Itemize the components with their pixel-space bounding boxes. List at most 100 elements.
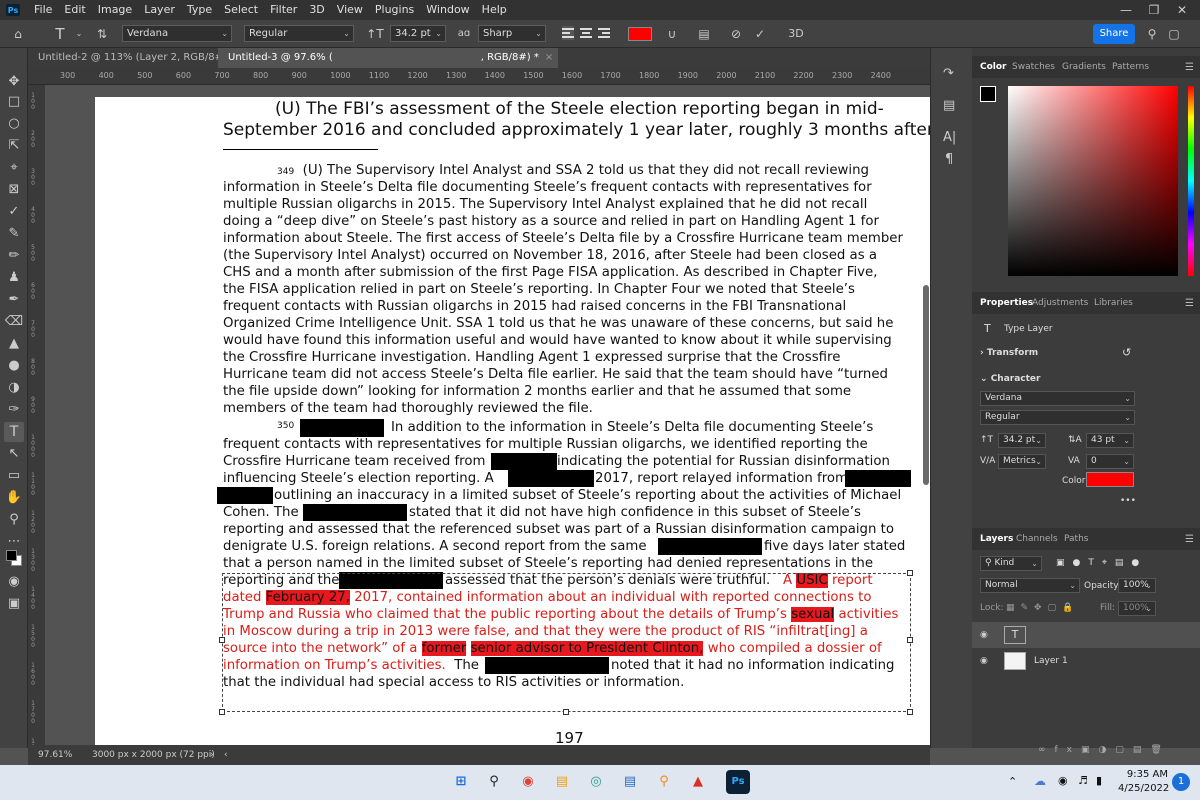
transform-handle[interactable]	[219, 637, 225, 643]
layer-kind-filter[interactable]: ⚲ Kind ⌄	[980, 556, 1042, 571]
notification-badge[interactable]: 1	[1172, 773, 1190, 791]
tab-gradients[interactable]: Gradients	[1062, 56, 1106, 78]
tab-adjustments[interactable]: Adjustments	[1032, 292, 1088, 314]
kerning-select[interactable]: Metrics ⌄	[998, 454, 1046, 469]
chrome-icon[interactable]: ◉	[516, 770, 540, 794]
layer-name[interactable]: Layer 1	[1034, 656, 1068, 666]
tab-properties[interactable]: Properties	[980, 292, 1033, 314]
transform-handle[interactable]	[907, 570, 913, 576]
menu-window[interactable]: Window	[420, 0, 475, 20]
transform-handle[interactable]	[907, 709, 913, 715]
hand-tool-icon[interactable]: ✋	[4, 488, 24, 508]
tab-untitled-3[interactable]: Untitled-3 @ 97.6% (, RGB/8#) * ×	[218, 48, 558, 68]
screen-mode-icon[interactable]: ▣	[4, 594, 24, 614]
volume-icon[interactable]: ♬	[1078, 774, 1088, 787]
font-style-select[interactable]: Regular ⌄	[244, 25, 354, 42]
search-icon[interactable]: ⚲	[482, 770, 506, 794]
cancel-icon[interactable]: ⊘	[728, 25, 744, 43]
leading-field[interactable]: 43 pt ⌄	[1086, 433, 1134, 448]
zoom-level[interactable]: 97.61%	[38, 745, 72, 765]
close-icon[interactable]: ✕	[1168, 0, 1196, 20]
font-family-select[interactable]: Verdana ⌄	[122, 25, 232, 42]
paragraph-panel-icon[interactable]: ¶	[945, 152, 953, 167]
acrobat-icon[interactable]: ▲	[686, 770, 710, 794]
menu-filter[interactable]: Filter	[264, 0, 303, 20]
marquee-tool-icon[interactable]: □	[4, 92, 24, 112]
3d-button[interactable]: 3D	[786, 25, 806, 43]
eyedropper-tool-icon[interactable]: ✓	[4, 202, 24, 222]
menu-type[interactable]: Type	[181, 0, 218, 20]
tab-channels[interactable]: Channels	[1016, 528, 1058, 550]
align-left-button[interactable]	[562, 26, 574, 40]
character-style-select[interactable]: Regular ⌄	[980, 410, 1135, 425]
wifi-icon[interactable]: ◉	[1058, 774, 1068, 787]
history-brush-tool-icon[interactable]: ✒	[4, 290, 24, 310]
opacity-field[interactable]: 100% ⌄	[1118, 578, 1156, 593]
tab-color[interactable]: Color	[980, 56, 1007, 78]
rectangle-tool-icon[interactable]: ▭	[4, 466, 24, 486]
tracking-field[interactable]: 0 ⌄	[1086, 454, 1134, 469]
canvas-area[interactable]: (U) The FBI’s assessment of the Steele e…	[45, 85, 930, 745]
transform-handle[interactable]	[563, 709, 569, 715]
photoshop-taskbar-icon[interactable]: Ps	[726, 770, 750, 794]
character-panel-icon[interactable]: A|	[943, 130, 956, 145]
align-right-button[interactable]	[598, 26, 610, 40]
file-explorer-icon[interactable]: ▤	[550, 770, 574, 794]
blend-mode-select[interactable]: Normal ⌄	[980, 578, 1080, 593]
menu-3d[interactable]: 3D	[303, 0, 330, 20]
tab-swatches[interactable]: Swatches	[1012, 56, 1055, 78]
dodge-tool-icon[interactable]: ◑	[4, 378, 24, 398]
crop-tool-icon[interactable]: ⌖	[4, 158, 24, 178]
tab-untitled-2[interactable]: Untitled-2 @ 113% (Layer 2, RGB/8#) *×	[28, 48, 249, 68]
paint-bucket-tool-icon[interactable]: ▲	[4, 334, 24, 354]
pen-tool-icon[interactable]: ✑	[4, 400, 24, 420]
close-tab-icon[interactable]: ×	[545, 52, 553, 63]
lock-icons[interactable]: ▦✎✥▢🔒	[1006, 603, 1079, 613]
character-color-swatch[interactable]	[1086, 472, 1134, 487]
panel-menu-icon[interactable]: ☰	[1185, 534, 1194, 545]
lasso-tool-icon[interactable]: ○	[4, 114, 24, 134]
move-tool-icon[interactable]: ✥	[4, 72, 24, 92]
path-select-tool-icon[interactable]: ↖	[4, 444, 24, 464]
character-size-field[interactable]: 34.2 pt ⌄	[998, 433, 1046, 448]
color-field[interactable]	[1008, 86, 1178, 276]
minimize-icon[interactable]: —	[1112, 0, 1140, 20]
magnifier-app-icon[interactable]: ⚲	[652, 770, 676, 794]
eye-icon[interactable]: ◉	[980, 656, 988, 666]
hue-slider[interactable]	[1188, 86, 1194, 276]
reset-transform-icon[interactable]: ↺	[1122, 346, 1131, 359]
more-options-icon[interactable]: •••	[1120, 496, 1136, 506]
battery-icon[interactable]: ▮	[1096, 774, 1102, 787]
brush-tool-icon[interactable]: ✏	[4, 246, 24, 266]
tab-paths[interactable]: Paths	[1064, 528, 1088, 550]
text-color-swatch[interactable]	[628, 27, 652, 41]
menu-image[interactable]: Image	[92, 0, 138, 20]
menu-file[interactable]: File	[28, 0, 58, 20]
notepad-icon[interactable]: ▤	[618, 770, 642, 794]
layer-row-text[interactable]: ◉ T	[972, 622, 1200, 648]
clock-date[interactable]: 4/25/2022	[1118, 783, 1169, 794]
frame-tool-icon[interactable]: ⊠	[4, 180, 24, 200]
transform-handle[interactable]	[219, 709, 225, 715]
blur-tool-icon[interactable]: ●	[4, 356, 24, 376]
antialias-select[interactable]: Sharp ⌄	[478, 25, 546, 42]
transform-section[interactable]: › Transform	[980, 348, 1038, 358]
cloud-icon[interactable]: ☁	[1034, 774, 1046, 788]
vertical-scrollbar[interactable]	[923, 285, 929, 485]
tab-layers[interactable]: Layers	[980, 528, 1013, 550]
color-swatches-icon[interactable]	[4, 548, 24, 568]
document-page[interactable]: (U) The FBI’s assessment of the Steele e…	[95, 97, 930, 745]
tray-overflow-icon[interactable]: ⌃	[1008, 775, 1017, 788]
layer-comps-icon[interactable]: ▤	[943, 98, 955, 113]
eye-icon[interactable]: ◉	[980, 630, 988, 640]
zoom-tool-icon[interactable]: ⚲	[4, 510, 24, 530]
tab-patterns[interactable]: Patterns	[1112, 56, 1149, 78]
scroll-left-icon[interactable]: ‹	[224, 745, 228, 765]
layer-row-1[interactable]: ◉ Layer 1	[972, 648, 1200, 674]
eraser-tool-icon[interactable]: ⌫	[4, 312, 24, 332]
menu-edit[interactable]: Edit	[58, 0, 91, 20]
object-select-tool-icon[interactable]: ⇱	[4, 136, 24, 156]
type-tool-icon[interactable]: T	[4, 422, 24, 442]
font-size-field[interactable]: 34.2 pt ⌄	[390, 25, 446, 42]
share-button[interactable]: Share	[1093, 24, 1135, 44]
